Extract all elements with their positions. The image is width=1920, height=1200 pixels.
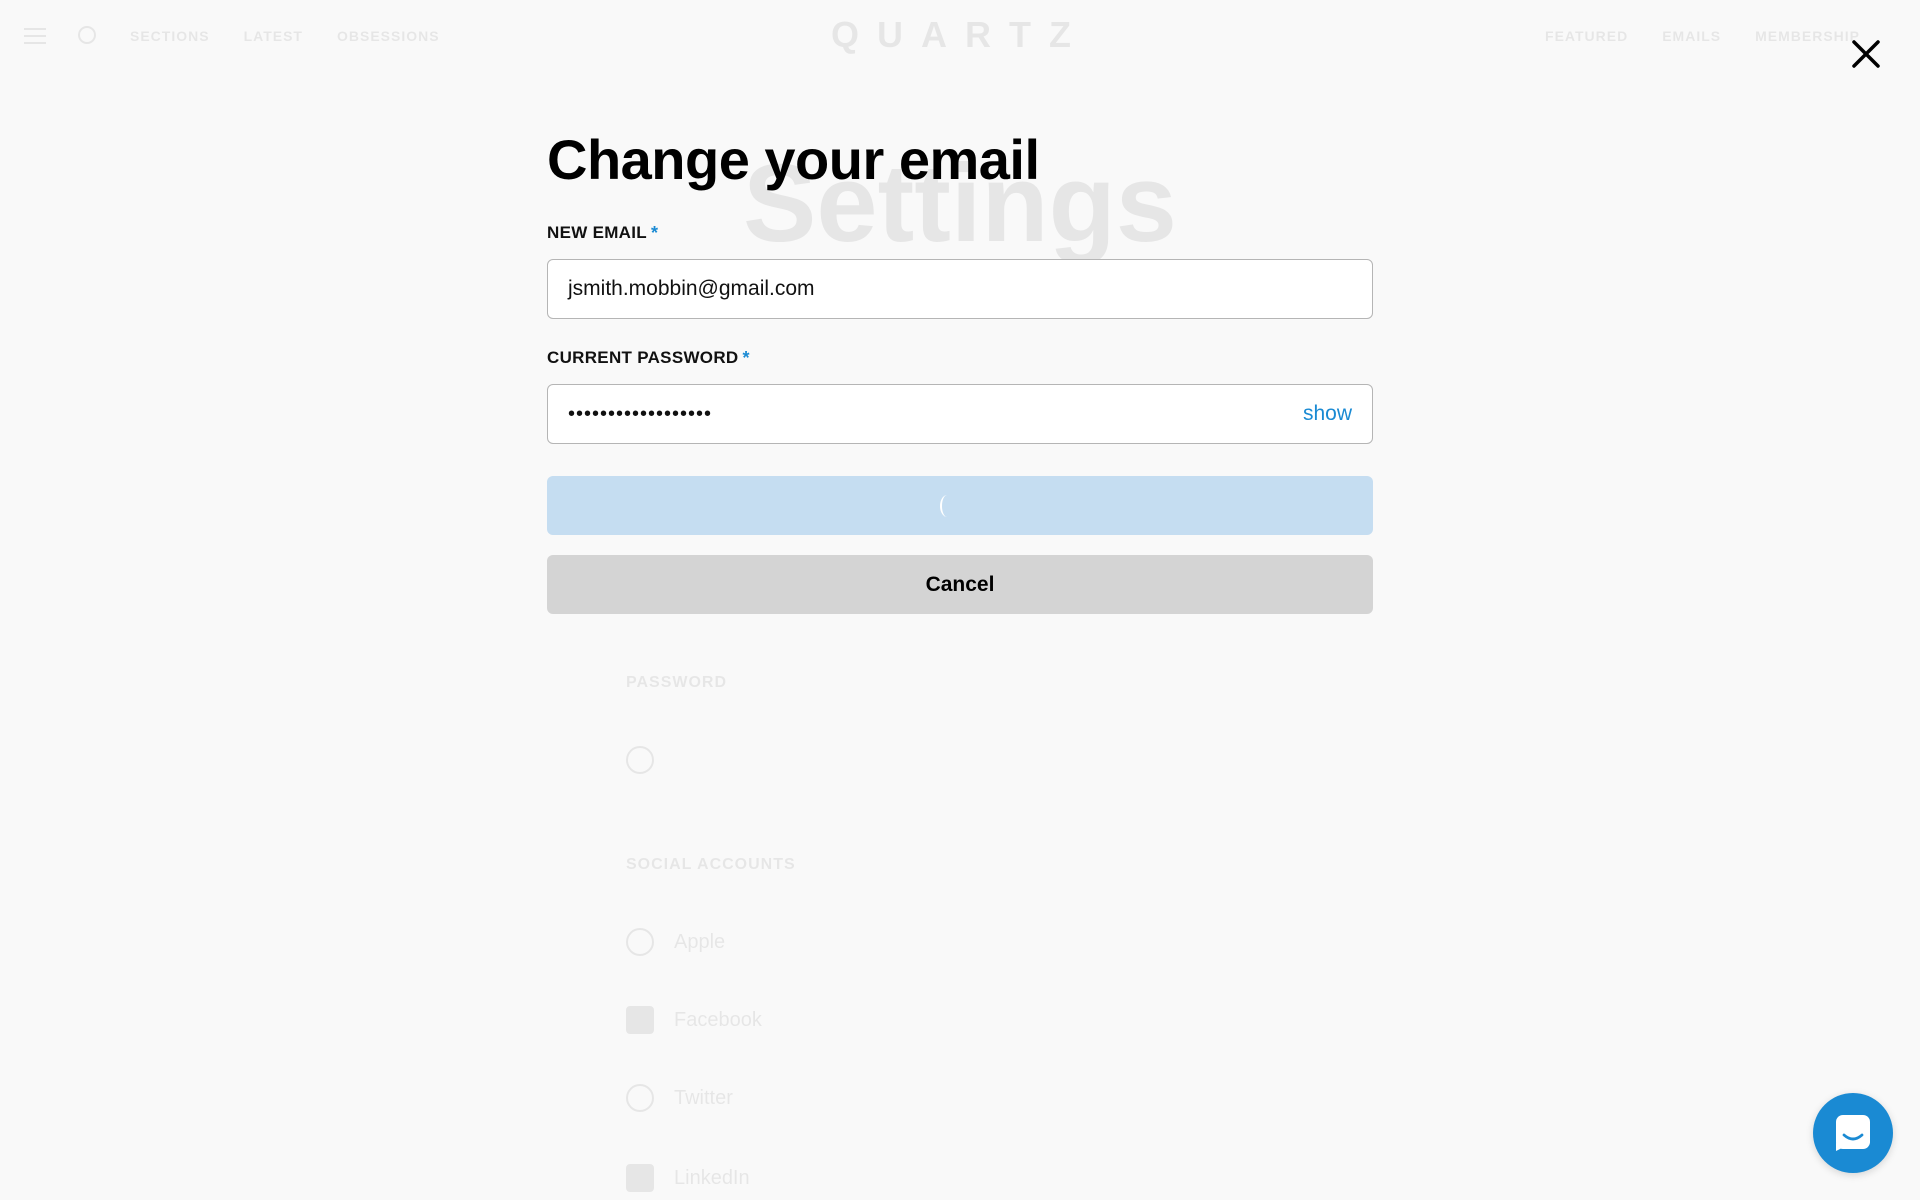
cancel-button[interactable]: Cancel [547,555,1373,614]
new-email-label: NEW EMAIL * [547,222,659,243]
linkedin-icon [626,1164,654,1192]
nav-link-membership: MEMBERSHIP [1755,28,1860,44]
current-password-input[interactable]: •••••••••••••••••• show [547,384,1373,444]
loading-spinner-icon [940,494,954,517]
apple-icon [626,928,654,956]
social-row-twitter: Twitter [626,1084,1286,1112]
section-title-social-accounts: SOCIAL ACCOUNTS [626,856,796,873]
nav-link-obsessions: OBSESSIONS [336,28,440,44]
nav-right-links: FEATURED EMAILS MEMBERSHIP [1545,28,1860,44]
submit-button-loading[interactable] [547,476,1373,535]
nav-link-sections: SECTIONS [130,28,210,44]
nav-link-emails: EMAILS [1662,28,1722,44]
social-row-linkedin: LinkedIn [626,1164,1286,1192]
change-email-modal: Change your email NEW EMAIL * jsmith.mob… [547,120,1373,614]
required-marker: * [650,222,659,243]
current-password-label: CURRENT PASSWORD * [547,347,750,368]
password-row [626,746,1286,774]
current-password-value: •••••••••••••••••• [568,402,713,425]
nav-left-links: SECTIONS LATEST OBSESSIONS [130,28,440,44]
menu-icon [24,28,46,44]
close-button[interactable] [1848,36,1884,72]
nav-link-latest: LATEST [243,28,303,44]
new-email-value: jsmith.mobbin@gmail.com [568,277,815,300]
nav-link-featured: FEATURED [1545,28,1629,44]
new-email-input[interactable]: jsmith.mobbin@gmail.com [547,259,1373,319]
social-row-facebook: Facebook [626,1006,1286,1034]
required-marker: * [742,347,750,368]
facebook-icon [626,1006,654,1034]
section-title-password: PASSWORD [626,674,728,691]
twitter-icon [626,1084,654,1112]
top-navigation: SECTIONS LATEST OBSESSIONS QUARTZ FEATUR… [0,0,1920,76]
modal-title: Change your email [547,128,1040,191]
site-logo: QUARTZ [831,14,1089,55]
chat-icon [1836,1115,1870,1151]
close-icon [1852,40,1880,68]
social-row-apple: Apple [626,928,1286,956]
show-password-toggle[interactable]: show [1303,402,1352,426]
search-icon [78,26,96,44]
chat-launcher-button[interactable] [1813,1093,1893,1173]
